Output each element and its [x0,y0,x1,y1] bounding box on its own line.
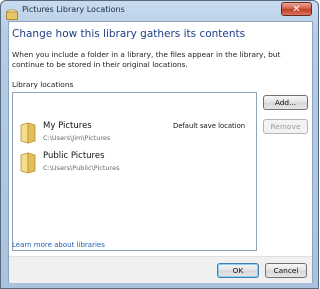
library-locations-label: Library locations [12,80,74,89]
location-path: C:\Users\Jim\Pictures [43,134,111,142]
list-item-my-pictures[interactable]: My Pictures C:\Users\Jim\Pictures Defaul… [13,119,256,149]
remove-button[interactable]: Remove [263,119,308,134]
default-save-badge: Default save location [173,122,246,130]
locations-list[interactable]: My Pictures C:\Users\Jim\Pictures Defaul… [12,92,257,251]
folder-icon [19,152,37,174]
button-bar: OK Cancel [9,256,312,283]
description-text: When you include a folder in a library, … [12,50,281,69]
add-button[interactable]: Add... [263,95,308,110]
window-title: Pictures Library Locations [22,5,125,14]
dialog-window: Pictures Library Locations ✕ Change how … [0,0,319,289]
list-item-public-pictures[interactable]: Public Pictures C:\Users\Public\Pictures [13,149,256,179]
location-path: C:\Users\Public\Pictures [43,164,120,172]
library-icon [6,5,18,20]
folder-icon [19,122,37,144]
ok-button[interactable]: OK [217,263,259,278]
dialog-content: Change how this library gathers its cont… [8,21,313,283]
page-heading: Change how this library gathers its cont… [12,28,246,40]
location-name: My Pictures [43,121,92,131]
close-button[interactable]: ✕ [281,2,312,16]
cancel-button[interactable]: Cancel [265,263,307,278]
title-bar[interactable]: Pictures Library Locations ✕ [1,1,318,21]
learn-more-link[interactable]: Learn more about libraries [12,241,105,249]
location-name: Public Pictures [43,151,105,161]
